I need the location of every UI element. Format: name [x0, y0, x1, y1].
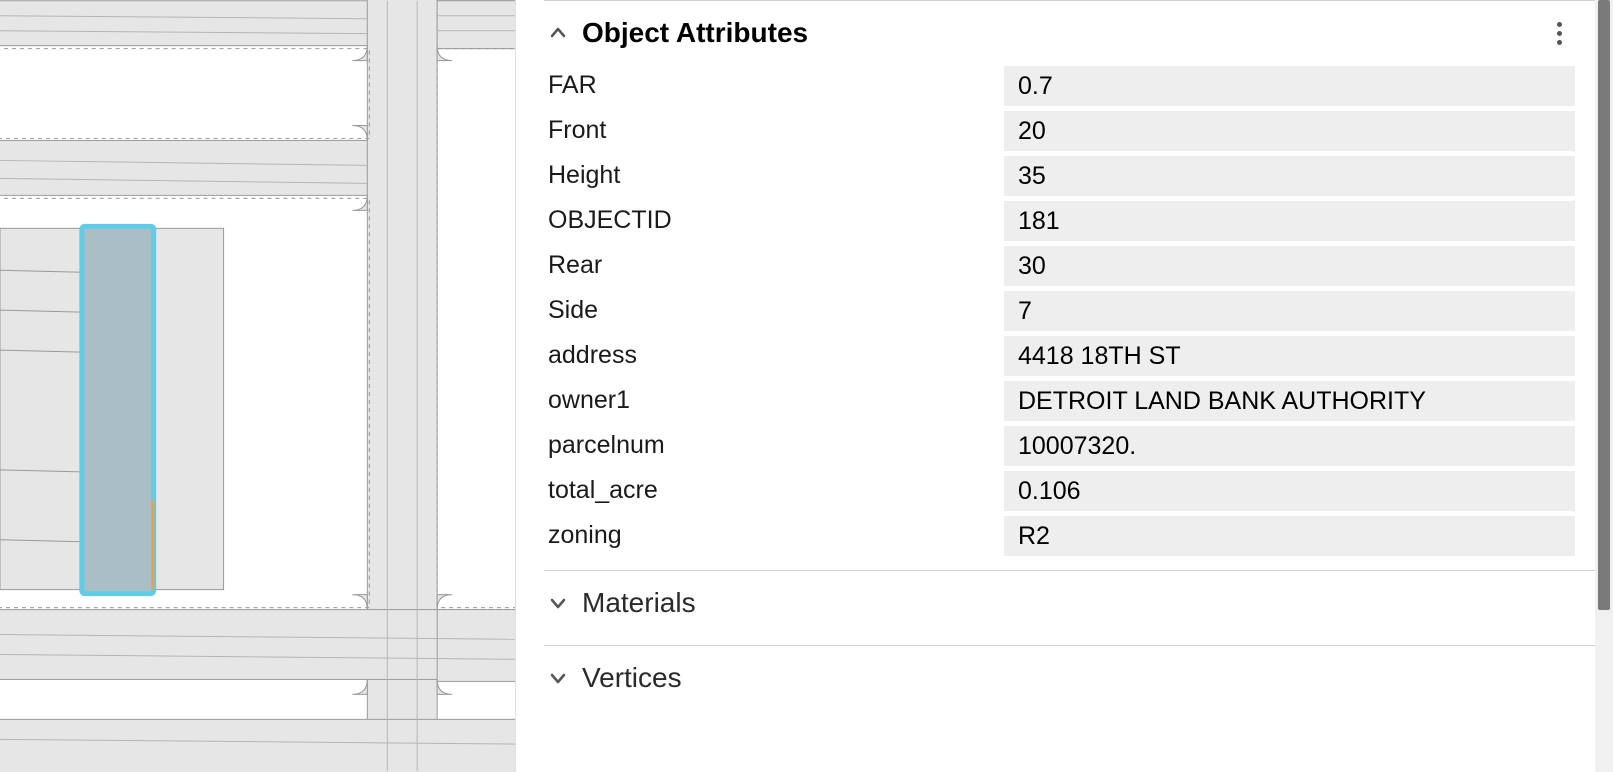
chevron-down-icon: [544, 589, 572, 617]
selected-parcel[interactable]: [82, 226, 154, 593]
inspector-panel: Object Attributes FAR Front Height OBJECTID…: [516, 0, 1595, 772]
attribute-value-input[interactable]: [1004, 381, 1575, 421]
attribute-value-input[interactable]: [1004, 111, 1575, 151]
scene-svg: [0, 0, 515, 772]
attribute-row: OBJECTID: [544, 198, 1575, 243]
scene-viewport[interactable]: [0, 0, 516, 772]
attribute-value-input[interactable]: [1004, 291, 1575, 331]
section-header-vertices[interactable]: Vertices: [544, 646, 1575, 708]
attribute-label: total_acre: [544, 476, 1004, 505]
attribute-label: Front: [544, 116, 1004, 145]
attribute-value-input[interactable]: [1004, 66, 1575, 106]
section-title: Materials: [582, 587, 696, 619]
attribute-row: owner1: [544, 378, 1575, 423]
attribute-label: address: [544, 341, 1004, 370]
chevron-down-icon: [544, 664, 572, 692]
attribute-label: parcelnum: [544, 431, 1004, 460]
attribute-value-input[interactable]: [1004, 426, 1575, 466]
attribute-value-input[interactable]: [1004, 201, 1575, 241]
attribute-row: FAR: [544, 63, 1575, 108]
attribute-value-input[interactable]: [1004, 336, 1575, 376]
attribute-row: parcelnum: [544, 423, 1575, 468]
section-materials: Materials: [544, 570, 1595, 645]
inspector-panel-wrap: Object Attributes FAR Front Height OBJECTID…: [516, 0, 1613, 772]
kebab-menu-icon[interactable]: [1547, 19, 1571, 47]
scrollbar-thumb[interactable]: [1598, 0, 1610, 610]
attribute-label: zoning: [544, 521, 1004, 550]
section-object-attributes: Object Attributes FAR Front Height OBJECTID…: [544, 0, 1595, 570]
attribute-label: Height: [544, 161, 1004, 190]
section-title: Vertices: [582, 662, 682, 694]
attribute-label: Rear: [544, 251, 1004, 280]
section-title: Object Attributes: [582, 17, 808, 49]
attribute-row: address: [544, 333, 1575, 378]
attribute-row: total_acre: [544, 468, 1575, 513]
attribute-value-input[interactable]: [1004, 516, 1575, 556]
attribute-label: Side: [544, 296, 1004, 325]
attribute-label: FAR: [544, 71, 1004, 100]
attribute-value-input[interactable]: [1004, 156, 1575, 196]
attribute-row: Side: [544, 288, 1575, 333]
attribute-label: OBJECTID: [544, 206, 1004, 235]
section-header-materials[interactable]: Materials: [544, 571, 1575, 633]
attributes-list: FAR Front Height OBJECTID Rear Side address own…: [544, 63, 1575, 558]
chevron-up-icon: [544, 19, 572, 47]
attribute-row: zoning: [544, 513, 1575, 558]
attribute-row: Height: [544, 153, 1575, 198]
section-header-object-attributes[interactable]: Object Attributes: [544, 1, 1575, 63]
section-vertices: Vertices: [544, 645, 1595, 720]
app-root: Object Attributes FAR Front Height OBJECTID…: [0, 0, 1613, 772]
vertical-scrollbar[interactable]: [1595, 0, 1613, 772]
attribute-label: owner1: [544, 386, 1004, 415]
attribute-value-input[interactable]: [1004, 246, 1575, 286]
attribute-row: Front: [544, 108, 1575, 153]
attribute-row: Rear: [544, 243, 1575, 288]
attribute-value-input[interactable]: [1004, 471, 1575, 511]
